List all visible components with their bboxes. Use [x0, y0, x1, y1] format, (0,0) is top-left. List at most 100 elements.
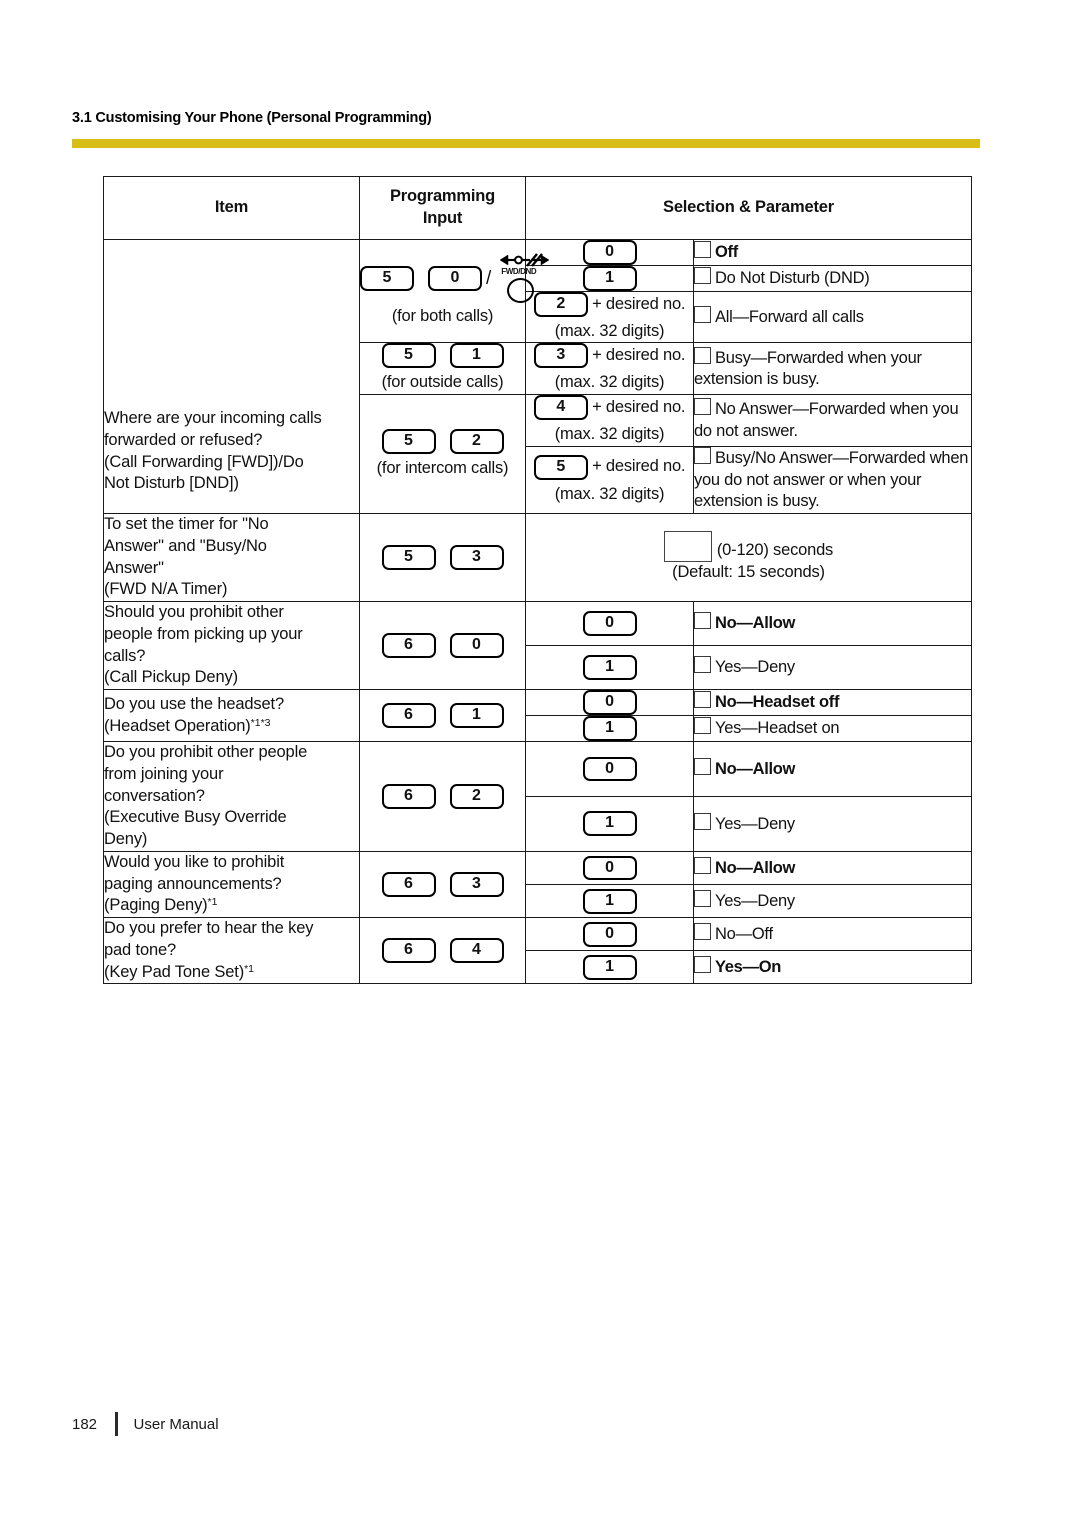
key-cap[interactable]: 2: [449, 784, 504, 809]
column-header-item: Item: [103, 176, 360, 240]
input-note: (for outside calls): [381, 373, 504, 392]
key-cap[interactable]: 0: [582, 690, 637, 716]
parameter-no-off: No—Off: [693, 917, 972, 952]
timer-range-label: (0-120) seconds: [716, 541, 834, 560]
key-cap[interactable]: 1: [582, 954, 637, 980]
item-line: Do you use the headset?: [104, 694, 285, 713]
checkbox-icon[interactable]: [694, 346, 711, 364]
key-cap[interactable]: 0: [449, 633, 504, 659]
checkbox-icon[interactable]: [694, 757, 711, 775]
parameter-label: Yes—Deny: [715, 814, 795, 833]
checkbox-icon[interactable]: [694, 241, 711, 259]
table-body: Where are your incoming calls forwarded …: [103, 238, 972, 985]
parameter-no-allow: No—Allow: [693, 741, 972, 797]
selection-key-1: 1: [525, 950, 694, 985]
key-cap[interactable]: 1: [582, 811, 637, 837]
key-cap[interactable]: 4: [449, 938, 504, 964]
key-cap[interactable]: 3: [449, 545, 504, 571]
parameter-label: Busy/No Answer—Forwarded when you do not…: [694, 448, 969, 511]
item-line: Do you prohibit other people: [104, 743, 308, 762]
key-cap[interactable]: 5: [381, 545, 436, 571]
selection-key-1: 1: [525, 884, 694, 919]
parameter-no-answer-forward: No Answer—Forwarded when you do not answ…: [693, 394, 972, 447]
item-line: (Paging Deny): [104, 896, 208, 915]
key-sequence: 4 + desired no.: [533, 395, 686, 421]
key-cap[interactable]: 1: [582, 888, 637, 914]
item-line-with-footnote: (Key Pad Tone Set)*1: [104, 962, 359, 984]
key-cap[interactable]: 0: [582, 756, 637, 782]
fwd-dnd-icon[interactable]: FWD/DND: [495, 253, 551, 304]
checkbox-icon[interactable]: [694, 717, 711, 735]
key-cap[interactable]: 6: [381, 633, 436, 659]
key-cap[interactable]: 0: [582, 240, 637, 265]
parameter-dnd: Do Not Disturb (DND): [693, 264, 972, 292]
fwd-dnd-icon-label: FWD/DND: [501, 267, 537, 277]
item-fwd-na-timer: To set the timer for "No Answer" and "Bu…: [103, 513, 360, 603]
key-cap[interactable]: 1: [449, 343, 504, 369]
footnote-marker: *1: [244, 962, 255, 975]
key-cap[interactable]: 6: [381, 938, 436, 964]
checkbox-icon[interactable]: [694, 266, 711, 284]
key-cap[interactable]: 0: [582, 855, 637, 881]
parameter-yes-on: Yes—On: [693, 950, 972, 985]
checkbox-icon[interactable]: [694, 398, 711, 416]
item-line: (Headset Operation): [104, 716, 251, 735]
key-cap[interactable]: 1: [582, 655, 637, 681]
key-cap[interactable]: 1: [582, 716, 637, 742]
item-line: from joining your: [104, 764, 224, 783]
item-paging-deny: Would you like to prohibit paging announ…: [103, 850, 360, 919]
key-cap[interactable]: 6: [381, 872, 436, 897]
programming-input-both-calls: 5 0/ FWD/DND (for both calls): [359, 238, 550, 344]
table-row: Do you prefer to hear the key pad tone? …: [103, 917, 972, 985]
key-sequence: 62: [360, 784, 525, 809]
key-cap[interactable]: 6: [381, 703, 436, 729]
key-cap[interactable]: 0: [582, 921, 637, 947]
key-cap[interactable]: 1: [449, 703, 504, 729]
key-cap[interactable]: 1: [582, 265, 637, 291]
key-cap[interactable]: 3: [449, 872, 504, 897]
key-cap[interactable]: 5: [360, 265, 414, 291]
key-cap[interactable]: 6: [381, 784, 436, 809]
key-sequence: 5 + desired no.: [533, 454, 686, 480]
checkbox-icon[interactable]: [694, 612, 711, 630]
checkbox-icon[interactable]: [694, 922, 711, 940]
timer-value-box[interactable]: [663, 531, 712, 563]
selection-key-1: 1: [525, 715, 694, 743]
checkbox-icon[interactable]: [694, 656, 711, 674]
checkbox-icon[interactable]: [694, 856, 711, 874]
parameter-label: No—Allow: [715, 759, 796, 778]
selection-suffix: + desired no.: [592, 346, 686, 365]
selection-key-1: 1: [525, 645, 694, 691]
parameter-yes-deny: Yes—Deny: [693, 795, 972, 852]
checkbox-icon[interactable]: [694, 889, 711, 907]
table-header-row: Item Programming Input Selection & Param…: [103, 176, 972, 240]
key-cap[interactable]: 0: [428, 265, 482, 291]
key-cap[interactable]: 0: [582, 611, 637, 637]
selection-suffix: + desired no.: [592, 294, 686, 313]
key-cap[interactable]: 4: [533, 395, 588, 421]
key-cap[interactable]: 5: [381, 343, 436, 369]
selection-key-0: 0: [525, 689, 694, 717]
selection-key-0: 0: [525, 850, 694, 886]
checkbox-icon[interactable]: [694, 446, 711, 464]
checkbox-icon[interactable]: [694, 812, 711, 830]
checkbox-icon[interactable]: [694, 691, 711, 709]
key-cap[interactable]: 2: [449, 428, 504, 454]
selection-key-4: 4 + desired no. (max. 32 digits): [525, 394, 694, 447]
parameter-label: No—Allow: [715, 614, 796, 633]
item-line: pad tone?: [104, 940, 177, 959]
column-header-programming-input: Programming Input: [359, 176, 526, 240]
key-sequence: 64: [360, 938, 525, 964]
table-header: Item Programming Input Selection & Param…: [103, 176, 972, 240]
key-cap[interactable]: 5: [381, 428, 436, 454]
checkbox-icon[interactable]: [694, 305, 711, 323]
parameter-label: No—Allow: [715, 858, 796, 877]
parameter-off: Off: [693, 239, 972, 266]
key-cap[interactable]: 3: [533, 343, 588, 369]
programming-input-fwd-na-timer: 53: [359, 513, 526, 603]
key-cap[interactable]: 5: [533, 454, 588, 480]
parameter-busy-forward: Busy—Forwarded when your extension is bu…: [693, 342, 972, 396]
checkbox-icon[interactable]: [694, 956, 711, 974]
item-line: (Call Forwarding [FWD])/Do: [104, 452, 304, 471]
key-sequence: 3 + desired no.: [533, 343, 686, 369]
